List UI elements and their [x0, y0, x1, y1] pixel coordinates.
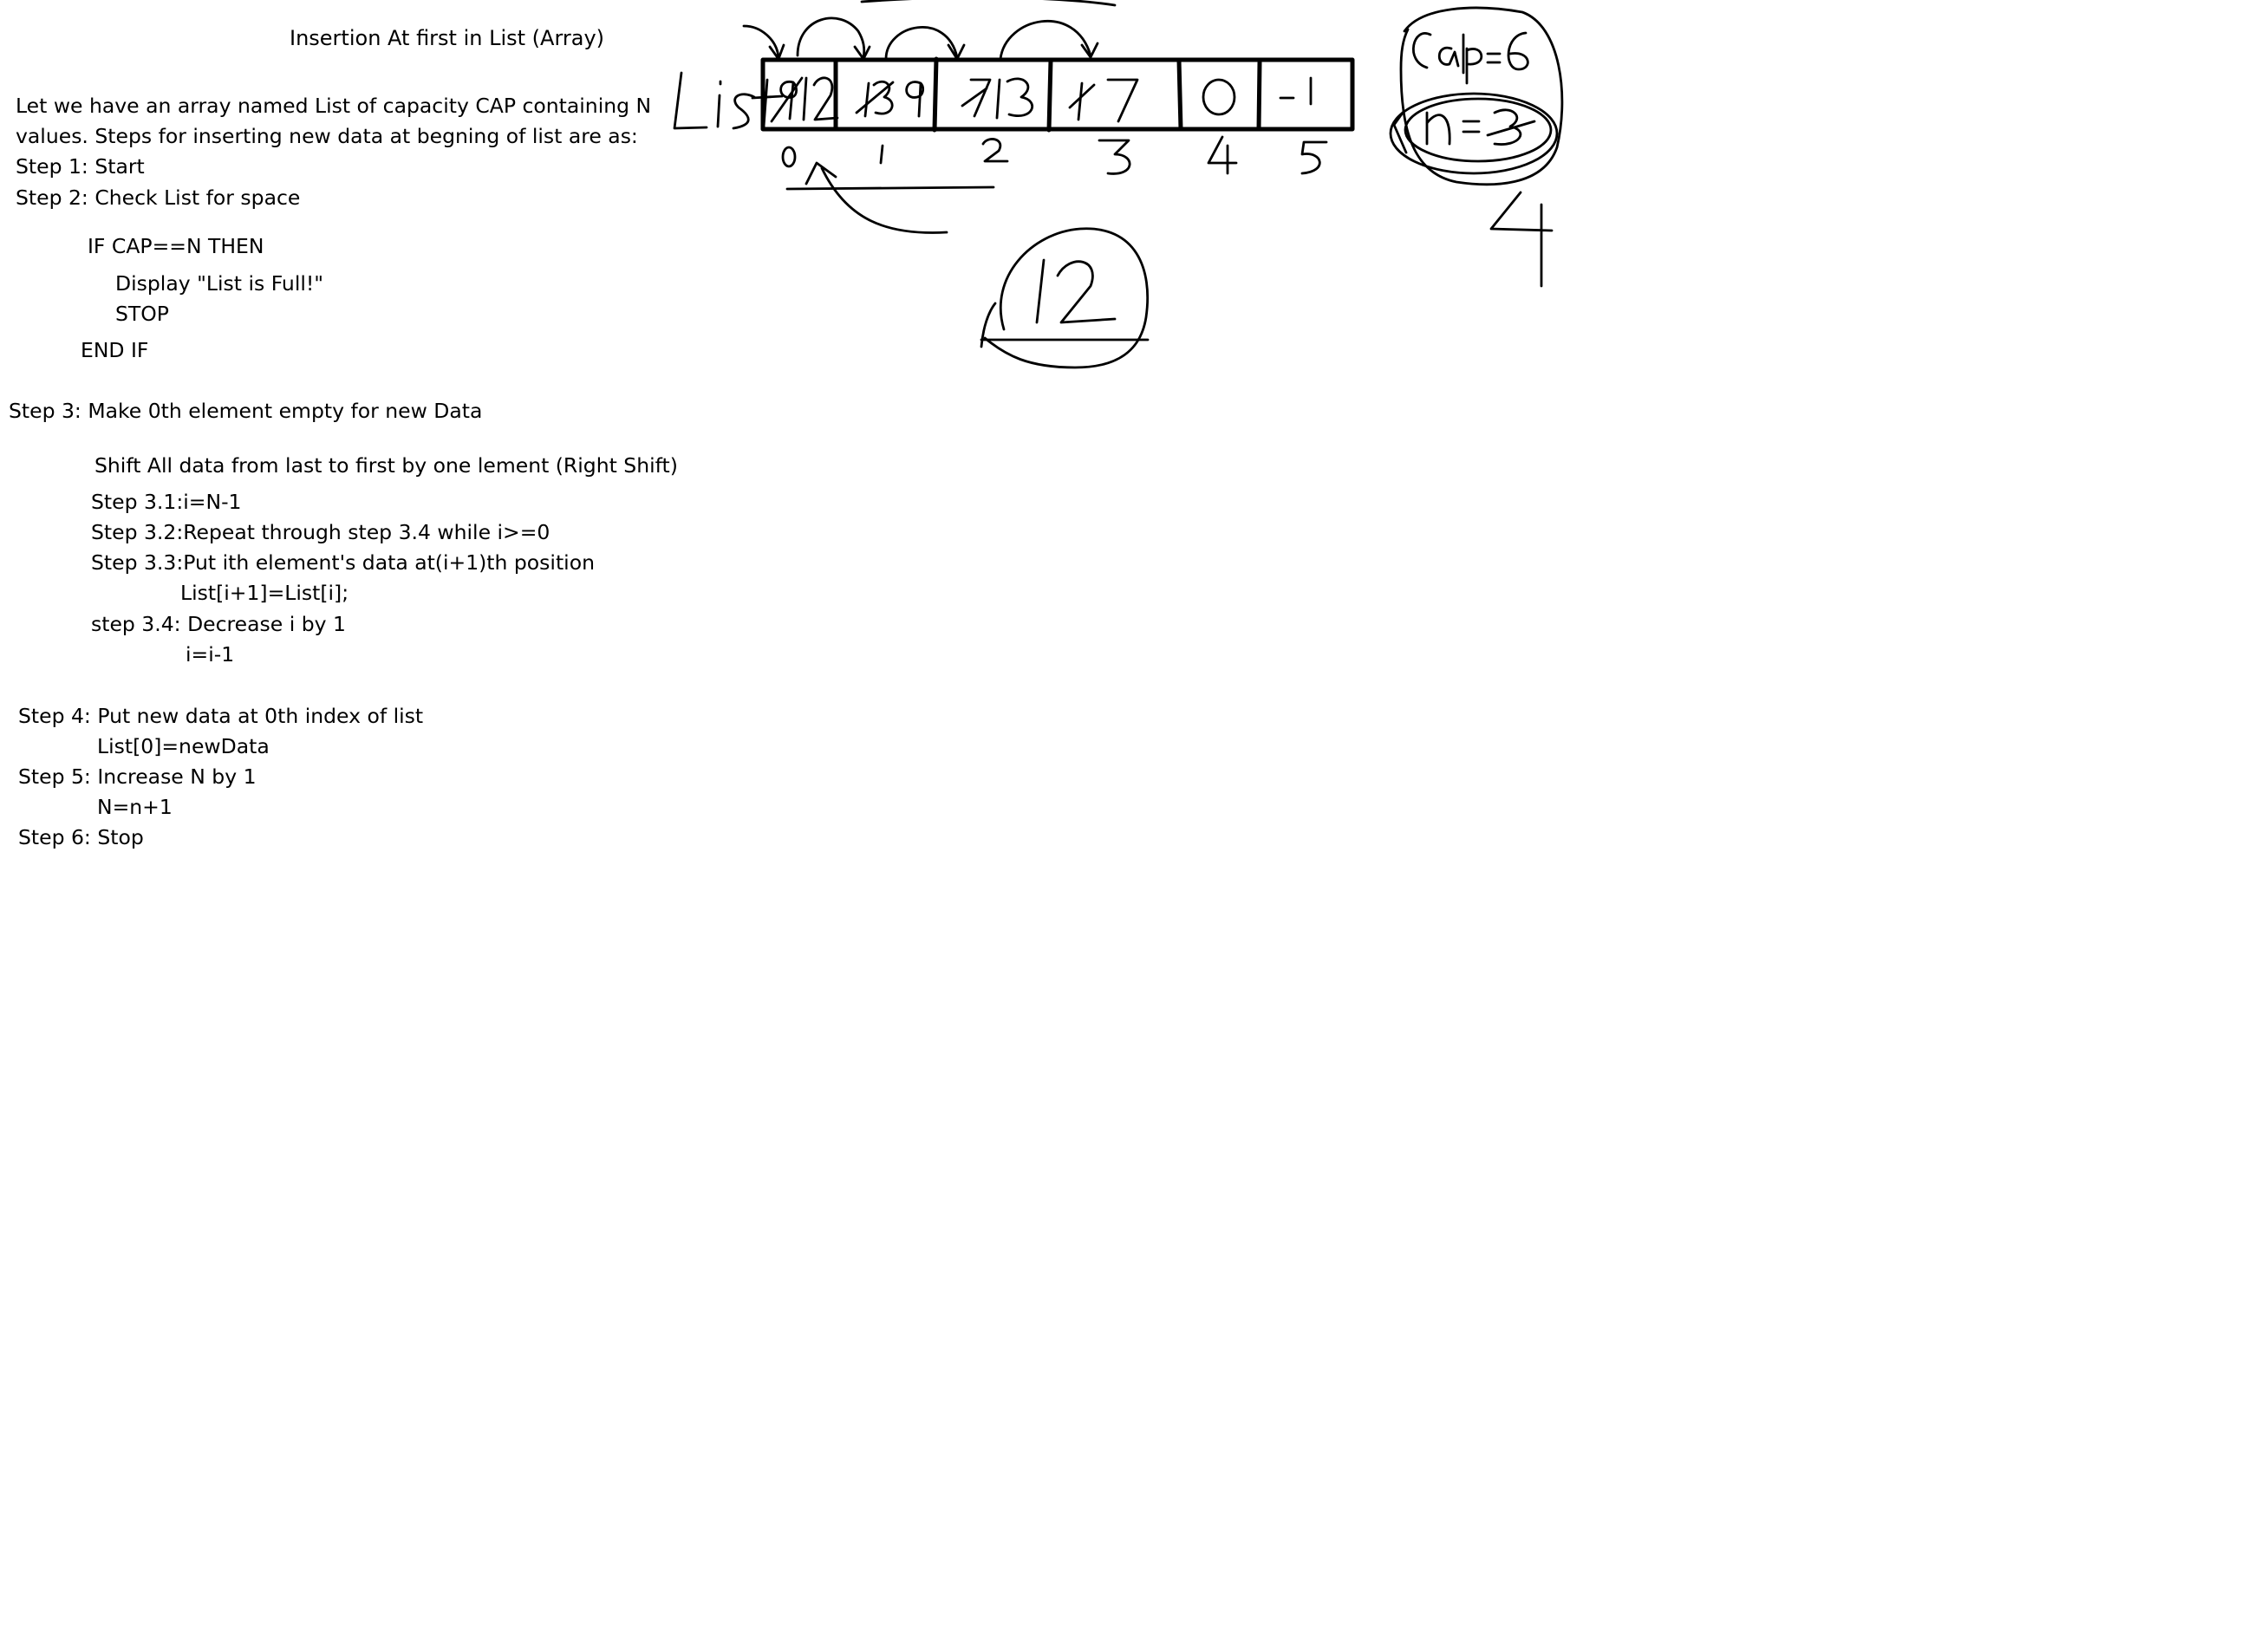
- array-cells: [760, 56, 1355, 133]
- shift-arrows: [742, 0, 1117, 61]
- new-data-circle: [980, 227, 1150, 369]
- cap-letter-c: [1412, 32, 1432, 69]
- capacity-notes: [1389, 6, 1564, 288]
- array-label-list: [673, 71, 784, 130]
- new-data-digit-1: [1035, 258, 1046, 324]
- cell-divider: [932, 56, 939, 133]
- index-1: [879, 144, 884, 165]
- arrow-top-stroke: [860, 0, 1117, 7]
- count-update-4: [1489, 191, 1554, 288]
- index-labels: [781, 135, 1328, 175]
- arrow-cell-2-to-3: [999, 20, 1092, 61]
- array-sketch: [673, 0, 1564, 369]
- document-canvas: Insertion At first in List (Array) Let w…: [0, 0, 2254, 1652]
- new-data-digit-2: [1056, 260, 1117, 324]
- index-0: [781, 146, 797, 168]
- cell-divider: [1176, 58, 1183, 132]
- cell-4-value: [1202, 78, 1236, 116]
- cell-1-values: [855, 80, 925, 118]
- arrow-cell-1-to-2: [884, 26, 959, 61]
- cell-0-values: [770, 76, 839, 123]
- insert-arrow: [785, 161, 995, 234]
- cell-divider: [1046, 57, 1053, 133]
- arrow-cell-0-to-1: [796, 16, 866, 59]
- index-5: [1300, 140, 1328, 175]
- count-letter-n: [1425, 111, 1451, 146]
- array-outline: [760, 57, 1355, 132]
- index-3: [1098, 139, 1131, 175]
- cell-5-value: [1279, 76, 1313, 106]
- cell-3-values: [1068, 78, 1139, 123]
- cell-2-values: [961, 77, 1033, 120]
- index-2: [981, 138, 1009, 163]
- cell-divider: [1256, 60, 1262, 132]
- index-4: [1207, 135, 1238, 175]
